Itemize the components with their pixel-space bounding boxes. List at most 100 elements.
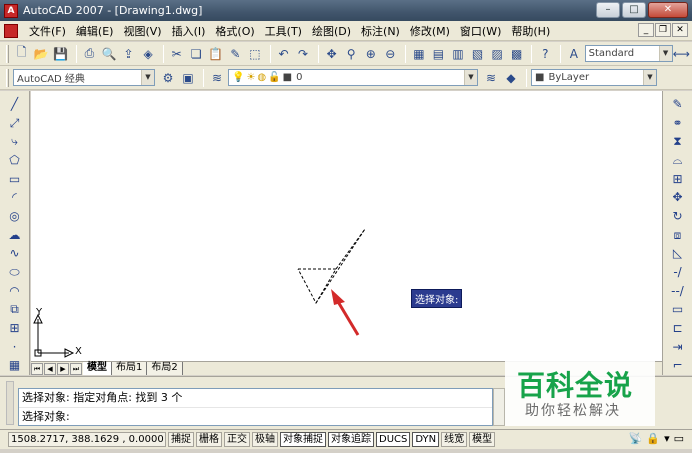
tab-layout1[interactable]: 布局1 <box>112 362 148 375</box>
mirror-icon[interactable]: ⧗ <box>669 132 687 150</box>
next-tab-button[interactable]: ▶ <box>57 362 69 375</box>
otrack-toggle[interactable]: 对象追踪 <box>328 432 374 447</box>
match-properties-icon[interactable]: ✎ <box>227 45 245 63</box>
menu-draw[interactable]: 绘图(D) <box>307 23 356 39</box>
plot-preview-icon[interactable]: 🔍 <box>100 45 118 63</box>
first-tab-button[interactable]: ⏮ <box>31 362 43 375</box>
layer-dropdown[interactable]: 💡 ☀ ◍ 🔓 ■ 0 ▼ <box>228 69 478 86</box>
clean-screen-icon[interactable]: ▭ <box>674 432 684 445</box>
arc-icon[interactable]: ◜ <box>6 188 24 206</box>
menu-dimension[interactable]: 标注(N) <box>356 23 405 39</box>
menu-insert[interactable]: 插入(I) <box>167 23 211 39</box>
markup-icon[interactable]: ▨ <box>488 45 506 63</box>
tab-layout2[interactable]: 布局2 <box>147 362 183 375</box>
sheet-set-icon[interactable]: ▧ <box>469 45 487 63</box>
open-icon[interactable]: 📂 <box>33 45 51 63</box>
command-scrollbar[interactable] <box>493 388 505 426</box>
copy-icon[interactable]: ⚭ <box>669 114 687 132</box>
autocad-app-icon[interactable]: A <box>4 3 18 18</box>
drawing-area[interactable]: Y X 选择对象: <box>31 91 662 361</box>
dim-style-icon[interactable]: ⟷ <box>673 45 691 63</box>
chamfer-icon[interactable]: ⌐ <box>669 356 687 374</box>
last-tab-button[interactable]: ⏭ <box>70 362 82 375</box>
extend-icon[interactable]: --/ <box>669 282 687 300</box>
minimize-button[interactable]: – <box>596 2 620 18</box>
make-block-icon[interactable]: ⊞ <box>6 319 24 337</box>
menu-edit[interactable]: 编辑(E) <box>71 23 119 39</box>
hatch-icon[interactable]: ▦ <box>6 356 24 374</box>
move-icon[interactable]: ✥ <box>669 188 687 206</box>
coordinate-display[interactable]: 1508.2717, 388.1629 , 0.0000 <box>8 432 166 447</box>
toolbar-lock-icon[interactable]: 🔒 <box>646 432 660 445</box>
ellipse-icon[interactable]: ⬭ <box>6 263 24 281</box>
zoom-window-icon[interactable]: ⊕ <box>362 45 380 63</box>
calculator-icon[interactable]: ▩ <box>508 45 526 63</box>
rotate-icon[interactable]: ↻ <box>669 207 687 225</box>
line-icon[interactable]: ╱ <box>6 95 24 113</box>
undo-icon[interactable]: ↶ <box>275 45 293 63</box>
redo-icon[interactable]: ↷ <box>294 45 312 63</box>
command-window-grip[interactable] <box>6 381 14 425</box>
revision-cloud-icon[interactable]: ☁ <box>6 226 24 244</box>
close-button[interactable]: ✕ <box>648 2 688 18</box>
status-menu-chevron-icon[interactable]: ▾ <box>664 432 670 445</box>
menu-tools[interactable]: 工具(T) <box>260 23 307 39</box>
circle-icon[interactable]: ◎ <box>6 207 24 225</box>
new-icon[interactable]: 🗋 <box>13 45 31 63</box>
menu-view[interactable]: 视图(V) <box>118 23 166 39</box>
dyn-toggle[interactable]: DYN <box>412 432 440 447</box>
point-icon[interactable]: · <box>6 338 24 356</box>
doc-close-button[interactable]: ✕ <box>672 23 688 37</box>
scale-icon[interactable]: ⧈ <box>669 226 687 244</box>
toolbar-grip[interactable] <box>6 68 9 87</box>
doc-restore-button[interactable]: ❐ <box>655 23 671 37</box>
menu-window[interactable]: 窗口(W) <box>455 23 506 39</box>
design-center-icon[interactable]: ▤ <box>430 45 448 63</box>
insert-block-icon[interactable]: ⧉ <box>6 300 24 318</box>
pan-icon[interactable]: ✥ <box>323 45 341 63</box>
prev-tab-button[interactable]: ◀ <box>44 362 56 375</box>
make-layer-current-icon[interactable]: ≋ <box>482 69 500 87</box>
document-icon[interactable] <box>4 23 18 38</box>
join-icon[interactable]: ⇥ <box>669 338 687 356</box>
menu-help[interactable]: 帮助(H) <box>506 23 555 39</box>
osnap-toggle[interactable]: 对象捕捉 <box>280 432 326 447</box>
print-icon[interactable]: ⎙ <box>81 45 99 63</box>
trim-icon[interactable]: -/ <box>669 263 687 281</box>
save-workspace-icon[interactable]: ▣ <box>179 69 197 87</box>
command-prompt[interactable]: 选择对象: <box>19 407 492 425</box>
save-icon[interactable]: 💾 <box>52 45 70 63</box>
zoom-previous-icon[interactable]: ⊖ <box>382 45 400 63</box>
offset-icon[interactable]: ⌓ <box>669 151 687 169</box>
cut-icon[interactable]: ✂ <box>168 45 186 63</box>
doc-minimize-button[interactable]: _ <box>638 23 654 37</box>
block-editor-icon[interactable]: ⬚ <box>246 45 264 63</box>
break-at-point-icon[interactable]: ▭ <box>669 300 687 318</box>
menu-file[interactable]: 文件(F) <box>24 23 71 39</box>
snap-toggle[interactable]: 捕捉 <box>168 432 194 447</box>
communication-center-icon[interactable]: 📡 <box>629 432 643 445</box>
erase-icon[interactable]: ✎ <box>669 95 687 113</box>
ellipse-arc-icon[interactable]: ◠ <box>6 282 24 300</box>
text-style-dropdown[interactable]: Standard ▼ <box>584 45 673 62</box>
polygon-icon[interactable]: ⬠ <box>6 151 24 169</box>
3d-dwf-icon[interactable]: ◈ <box>139 45 157 63</box>
help-icon[interactable]: ? <box>536 45 554 63</box>
publish-icon[interactable]: ⇪ <box>120 45 138 63</box>
polar-toggle[interactable]: 极轴 <box>252 432 278 447</box>
layer-previous-icon[interactable]: ◆ <box>502 69 520 87</box>
properties-icon[interactable]: ▦ <box>410 45 428 63</box>
workspace-dropdown[interactable]: AutoCAD 经典 ▼ <box>13 69 155 86</box>
menu-modify[interactable]: 修改(M) <box>405 23 455 39</box>
array-icon[interactable]: ⊞ <box>669 170 687 188</box>
color-control-dropdown[interactable]: ■ ByLayer ▼ <box>531 69 657 86</box>
zoom-realtime-icon[interactable]: ⚲ <box>342 45 360 63</box>
break-icon[interactable]: ⊏ <box>669 319 687 337</box>
layer-properties-icon[interactable]: ≋ <box>208 69 226 87</box>
stretch-icon[interactable]: ◺ <box>669 244 687 262</box>
lineweight-toggle[interactable]: 线宽 <box>441 432 468 447</box>
toolbar-grip[interactable] <box>6 44 9 63</box>
spline-icon[interactable]: ∿ <box>6 244 24 262</box>
ducs-toggle[interactable]: DUCS <box>376 432 411 447</box>
paste-icon[interactable]: 📋 <box>207 45 225 63</box>
